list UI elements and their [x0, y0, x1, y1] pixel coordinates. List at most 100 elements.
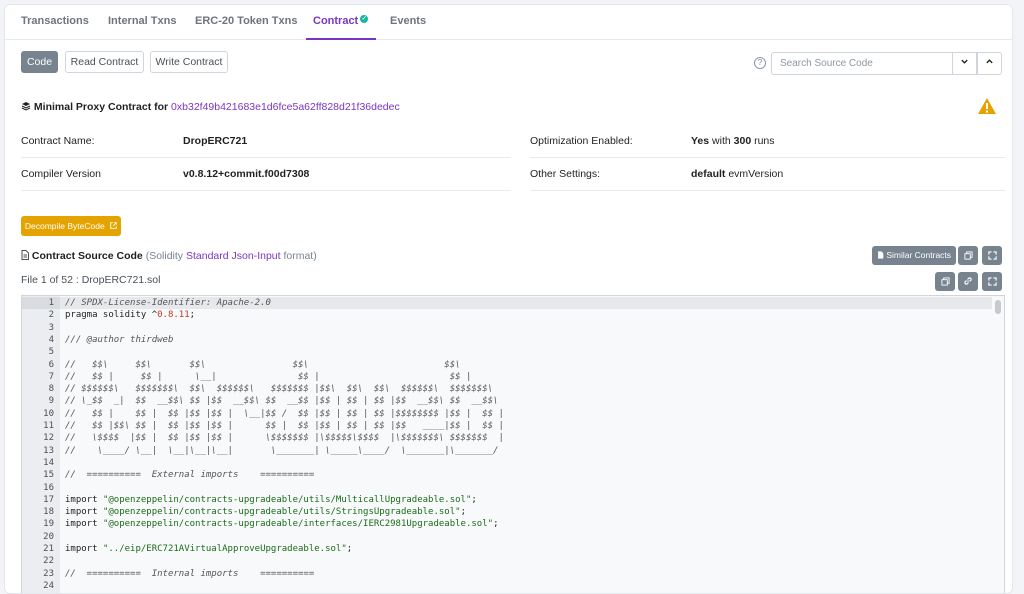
expand-icon	[987, 250, 997, 260]
search-prev-button[interactable]	[977, 52, 1002, 75]
code-button[interactable]: Code	[21, 51, 58, 73]
file-icon	[21, 250, 29, 260]
line-number: 11	[43, 421, 54, 431]
help-icon[interactable]: ?	[754, 57, 766, 69]
tab-erc20-token-txns[interactable]: ERC-20 Token Txns	[195, 5, 298, 40]
optimization-label: Optimization Enabled:	[530, 135, 633, 147]
tab-contract-label: Contract	[313, 15, 359, 27]
line-number: 8	[48, 384, 54, 395]
code-line: // SPDX-License-Identifier: Apache-2.0	[65, 298, 271, 308]
optimization-runs-word: runs	[754, 135, 775, 147]
other-settings-value: default evmVersion	[691, 168, 783, 180]
source-post: format)	[283, 250, 317, 262]
warning-icon[interactable]	[977, 97, 997, 118]
optimization-runs: 300	[733, 135, 752, 147]
expand-icon	[987, 276, 997, 286]
proxy-label: Minimal Proxy Contract for	[33, 101, 169, 113]
line-number: 10	[43, 408, 54, 419]
code-line: pragma solidity ^0.8.11;	[65, 310, 196, 321]
write-contract-button[interactable]: Write Contract	[150, 51, 228, 73]
copy-icon	[940, 277, 950, 286]
source-title: Contract Source Code	[31, 250, 143, 262]
file-info: File 1 of 52 : DropERC721.sol	[21, 274, 161, 286]
line-number: 12	[43, 433, 54, 444]
line-number: 2	[48, 310, 54, 321]
search-next-button[interactable]	[952, 52, 977, 75]
code-line: // \$$$$ |$$ | $$ |$$ |$$ | \$$$$$$$ |\$…	[65, 433, 504, 444]
code-line: // $$\ $$\ $$\ $$\ $$\	[65, 359, 461, 370]
code-line: // ========== Internal imports =========…	[65, 568, 315, 579]
code-line: import "@openzeppelin/contracts-upgradea…	[65, 519, 499, 530]
copy-file-button[interactable]	[935, 272, 955, 291]
code-line: // $$ |$$\ $$ | $$ |$$ |$$ | $$ | $$ |$$…	[65, 421, 504, 431]
line-number: 22	[43, 556, 54, 567]
other-settings-label: Other Settings:	[530, 168, 601, 180]
tab-bar: Transactions Internal Txns ERC-20 Token …	[5, 5, 1012, 40]
tab-events[interactable]: Events	[390, 5, 426, 40]
divider	[21, 190, 511, 191]
line-number: 19	[43, 519, 54, 530]
line-number: 17	[43, 494, 54, 505]
line-number: 23	[43, 568, 54, 579]
verified-check-icon: ✓	[360, 15, 369, 23]
similar-contracts-label: Similar Contracts	[886, 250, 952, 260]
compiler-label: Compiler Version	[21, 168, 101, 180]
copy-source-button[interactable]	[958, 246, 978, 265]
tab-contract[interactable]: Contract ✓	[306, 5, 376, 40]
line-number: 3	[48, 322, 54, 333]
code-line: // $$ | $$ | $$ |$$ |$$ | \__|$$ / $$ |$…	[65, 408, 504, 419]
chevron-down-icon	[961, 59, 968, 64]
format-link[interactable]: Standard Json-Input	[186, 250, 281, 262]
proxy-address-link[interactable]: 0xb32f49b421683e1d6fce5a62ff828d21f36ded…	[171, 101, 400, 113]
code-line: // $$ | $$ | \__| $$ | $$ |	[65, 371, 472, 382]
contract-name-value: DropERC721	[183, 135, 248, 147]
tab-transactions[interactable]: Transactions	[21, 5, 89, 40]
layers-icon	[21, 102, 31, 111]
decompile-label: Decompile ByteCode	[24, 221, 105, 231]
decompile-bytecode-button[interactable]: Decompile ByteCode	[21, 216, 121, 236]
contract-card: Transactions Internal Txns ERC-20 Token …	[4, 4, 1013, 594]
line-number: 18	[43, 507, 54, 518]
read-contract-button[interactable]: Read Contract	[65, 51, 144, 73]
line-number: 21	[43, 544, 54, 554]
other-settings-evm: evmVersion	[728, 168, 784, 180]
optimization-yes: Yes	[691, 135, 710, 147]
source-code-heading: Contract Source Code (Solidity Standard …	[21, 250, 317, 262]
line-number: 13	[43, 445, 54, 456]
line-number: 4	[48, 334, 54, 345]
line-number: 20	[43, 531, 54, 542]
proxy-contract-line: Minimal Proxy Contract for 0xb32f49b4216…	[21, 101, 400, 113]
code-line: // \_$$ _| $$ __$$\ $$ |$$ __$$\ $$ __$$…	[65, 396, 499, 407]
document-icon	[878, 251, 884, 259]
fullscreen-source-button[interactable]	[982, 246, 1002, 265]
code-editor[interactable]: 1 // SPDX-License-Identifier: Apache-2.0 2…	[21, 295, 1005, 593]
divider	[21, 157, 511, 158]
similar-contracts-button[interactable]: Similar Contracts	[872, 246, 956, 265]
search-source-input[interactable]	[771, 52, 953, 75]
link-file-button[interactable]	[958, 272, 978, 291]
external-link-icon	[110, 222, 117, 229]
line-number: 15	[43, 470, 54, 481]
divider	[530, 190, 1005, 191]
copy-icon	[963, 251, 973, 260]
link-icon	[964, 277, 972, 285]
code-line: import "../eip/ERC721AVirtualApproveUpgr…	[65, 544, 353, 554]
chevron-up-icon	[986, 59, 993, 64]
line-number: 5	[48, 347, 54, 358]
line-number: 16	[43, 482, 54, 493]
compiler-value: v0.8.12+commit.f00d7308	[183, 168, 310, 180]
contract-name-label: Contract Name:	[21, 135, 95, 147]
fullscreen-file-button[interactable]	[982, 272, 1002, 291]
line-number: 1	[22, 297, 60, 310]
optimization-with: with	[712, 135, 731, 147]
optimization-value: Yes with 300 runs	[691, 135, 775, 147]
code-line: // ========== External imports =========…	[65, 470, 315, 481]
code-line: import "@openzeppelin/contracts-upgradea…	[65, 507, 466, 518]
code-line: // $$$$$$\ $$$$$$$\ $$\ $$$$$$\ $$$$$$$ …	[65, 384, 494, 395]
other-settings-default: default	[691, 168, 726, 180]
line-number: 14	[43, 457, 54, 468]
divider	[530, 157, 1005, 158]
tab-internal-txns[interactable]: Internal Txns	[108, 5, 176, 40]
editor-scrollbar[interactable]	[995, 300, 1001, 314]
code-line: import "@openzeppelin/contracts-upgradea…	[65, 494, 477, 505]
